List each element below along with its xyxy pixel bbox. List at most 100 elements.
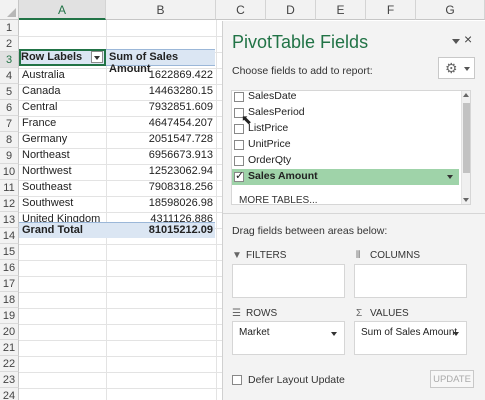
rows-icon: ☰ <box>232 308 241 319</box>
field-item-sales-amount[interactable]: Sales Amount <box>232 169 459 185</box>
column-header-a[interactable]: A <box>19 0 106 20</box>
grand-total-value: 81015212.09 <box>148 224 213 236</box>
row-header[interactable]: 8 <box>0 132 19 148</box>
pivot-row[interactable]: France 4647454.207 <box>19 116 215 132</box>
scroll-thumb[interactable] <box>463 103 470 173</box>
rows-drop-area[interactable]: Market <box>232 321 345 355</box>
pivot-row-label: Northwest <box>22 165 72 177</box>
field-item[interactable]: UnitPrice <box>232 137 459 153</box>
chevron-down-icon[interactable] <box>453 332 459 336</box>
column-header-d[interactable]: D <box>266 0 316 20</box>
row-header[interactable]: 3 <box>0 52 19 68</box>
pivot-row-label: France <box>22 117 57 129</box>
field-item[interactable]: SalesDate <box>232 90 459 105</box>
row-header[interactable]: 20 <box>0 324 19 340</box>
column-header-b[interactable]: B <box>106 0 216 20</box>
field-item[interactable]: ListPrice <box>232 121 459 137</box>
close-icon[interactable]: × <box>464 31 472 47</box>
values-field-sum-sales[interactable]: Sum of Sales Amount <box>358 324 463 341</box>
row-header[interactable]: 12 <box>0 196 19 212</box>
filters-label: FILTERS <box>246 250 287 261</box>
scroll-down-icon[interactable] <box>463 198 469 202</box>
row-header[interactable]: 22 <box>0 356 19 372</box>
row-header[interactable]: 17 <box>0 276 19 292</box>
row-header[interactable]: 19 <box>0 308 19 324</box>
row-header[interactable]: 10 <box>0 164 19 180</box>
column-header-f[interactable]: F <box>366 0 416 20</box>
row-header[interactable]: 1 <box>0 20 19 36</box>
values-drop-area[interactable]: Sum of Sales Amount <box>354 321 467 355</box>
defer-layout-update[interactable]: Defer Layout Update <box>232 374 345 386</box>
pivot-row[interactable]: Northeast 6956673.913 <box>19 148 215 164</box>
rows-label: ROWS <box>246 308 278 319</box>
row-header[interactable]: 13 <box>0 212 19 228</box>
pivot-row[interactable]: Canada 14463280.15 <box>19 84 215 100</box>
tools-gear-button[interactable]: ⚙ <box>438 57 475 79</box>
chevron-down-icon[interactable] <box>447 175 453 179</box>
pivot-row-value: 18598026.98 <box>148 197 213 209</box>
field-item[interactable]: OrderQty <box>232 153 459 169</box>
row-header[interactable]: 6 <box>0 100 19 116</box>
gridline <box>19 260 226 261</box>
pivot-row-label: Germany <box>22 133 68 145</box>
field-checkbox[interactable] <box>234 140 244 150</box>
pane-title: PivotTable Fields <box>232 32 369 52</box>
field-item[interactable]: SalesPeriod <box>232 105 459 121</box>
row-header[interactable]: 24 <box>0 388 19 400</box>
pivot-row-label: Central <box>22 101 58 113</box>
update-button[interactable]: UPDATE <box>430 370 474 388</box>
pivot-row[interactable]: Germany 2051547.728 <box>19 132 215 148</box>
row-header[interactable]: 21 <box>0 340 19 356</box>
field-name: OrderQty <box>248 154 292 166</box>
gridline <box>19 372 226 373</box>
pivot-row[interactable]: Southeast 7908318.256 <box>19 180 215 196</box>
column-header-c[interactable]: C <box>216 0 266 20</box>
row-header[interactable]: 5 <box>0 84 19 100</box>
pivot-row-label: Southwest <box>22 197 74 209</box>
rows-field-label: Market <box>239 327 270 338</box>
row-header[interactable]: 7 <box>0 116 19 132</box>
field-checkbox[interactable] <box>234 156 244 166</box>
pivot-row[interactable]: Southwest 18598026.98 <box>19 196 215 212</box>
pivot-row[interactable]: Australia 1622869.422 <box>19 68 215 84</box>
grand-total-row[interactable]: Grand Total 81015212.09 <box>19 222 215 238</box>
field-list[interactable]: SalesDate SalesPeriod ListPrice UnitPric… <box>231 90 471 205</box>
row-header[interactable]: 18 <box>0 292 19 308</box>
pivot-row-value: 7908318.256 <box>148 181 213 193</box>
columns-drop-area[interactable] <box>354 264 467 298</box>
defer-checkbox[interactable] <box>232 375 242 386</box>
row-header[interactable]: 2 <box>0 36 19 52</box>
field-name: SalesDate <box>248 90 297 102</box>
rows-area-header: ☰ ROWS <box>232 308 277 319</box>
row-header[interactable]: 23 <box>0 372 19 388</box>
values-area-header: Σ VALUES <box>356 308 409 319</box>
row-header[interactable]: 14 <box>0 228 19 244</box>
row-header[interactable]: 11 <box>0 180 19 196</box>
field-checkbox-checked[interactable] <box>234 169 244 182</box>
gridline <box>19 388 226 389</box>
row-labels-filter-button[interactable] <box>91 51 103 63</box>
row-header[interactable]: 16 <box>0 260 19 276</box>
chevron-down-icon[interactable] <box>331 332 337 336</box>
field-checkbox[interactable] <box>234 92 244 102</box>
row-header[interactable]: 15 <box>0 244 19 260</box>
column-header-g[interactable]: G <box>416 0 485 20</box>
select-all-corner[interactable] <box>0 0 19 20</box>
row-header[interactable]: 9 <box>0 148 19 164</box>
pivot-row-value: 6956673.913 <box>148 149 213 161</box>
rows-field-market[interactable]: Market <box>236 324 341 341</box>
scroll-up-icon[interactable] <box>463 93 469 97</box>
task-pane-options-icon[interactable] <box>451 36 461 46</box>
gridline <box>19 36 226 37</box>
field-name: UnitPrice <box>248 138 291 150</box>
field-list-scrollbar[interactable] <box>461 91 470 204</box>
pivot-row[interactable]: Central 7932851.609 <box>19 100 215 116</box>
pivot-row[interactable]: Northwest 12523062.94 <box>19 164 215 180</box>
column-header-e[interactable]: E <box>316 0 366 20</box>
more-tables-link[interactable]: MORE TABLES... <box>239 195 318 204</box>
field-name: ListPrice <box>248 122 289 134</box>
row-header[interactable]: 4 <box>0 68 19 84</box>
filters-drop-area[interactable] <box>232 264 345 298</box>
gridline <box>19 324 226 325</box>
gridline <box>19 276 226 277</box>
